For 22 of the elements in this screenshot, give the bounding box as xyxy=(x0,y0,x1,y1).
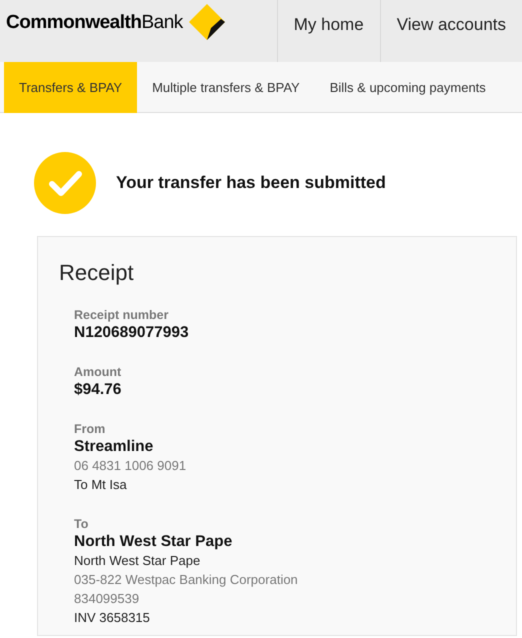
field-label: Receipt number xyxy=(74,307,170,323)
success-check-icon xyxy=(34,152,96,214)
diamond-logo-icon xyxy=(188,4,225,40)
status-message: Your transfer has been submitted xyxy=(116,172,386,194)
field-label: To xyxy=(74,516,90,532)
receipt-detail: INV 3658315 xyxy=(74,609,151,627)
field-label: Amount xyxy=(74,364,122,380)
receipt-detail: 06 4831 1006 9091 xyxy=(74,457,188,475)
receipt-detail: To Mt Isa xyxy=(74,476,128,494)
receipt-value: Streamline xyxy=(74,437,154,456)
receipt-detail: 035-822 Westpac Banking Corporation xyxy=(74,571,299,589)
bank-logo-text: CommonwealthBank xyxy=(6,12,183,32)
receipt-value: North West Star Pape xyxy=(74,532,234,551)
tab[interactable]: Bills & upcoming payments xyxy=(314,62,501,113)
receipt-detail: 834099539 xyxy=(74,590,140,608)
tab[interactable]: Transfers & BPAY xyxy=(4,62,138,113)
receipt-value: N120689077993 xyxy=(74,323,190,342)
receipt-detail: North West Star Pape xyxy=(74,552,202,570)
receipt-value: $94.76 xyxy=(74,380,122,399)
field-label: From xyxy=(74,421,106,437)
receipt-title: Receipt xyxy=(59,259,135,287)
tab[interactable]: Multiple transfers & BPAY xyxy=(137,62,315,113)
